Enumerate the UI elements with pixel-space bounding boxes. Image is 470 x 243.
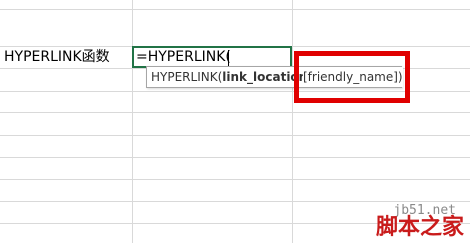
grid-row-line [0,157,470,158]
grid-row-line [0,9,470,10]
grid-col-line [132,0,133,243]
formula-text: =HYPERLINK( [136,49,231,65]
highlight-box [294,51,410,103]
grid-row-line [0,112,470,113]
cell-a-label[interactable]: HYPERLINK函数 [4,47,110,67]
tooltip-function-name[interactable]: HYPERLINK( [151,70,222,84]
watermark: jb51.net 脚本之家 [340,165,470,243]
grid-row-line [0,135,470,136]
grid-col-line [292,0,293,243]
text-cursor [228,50,229,66]
watermark-name: 脚本之家 [375,214,464,240]
